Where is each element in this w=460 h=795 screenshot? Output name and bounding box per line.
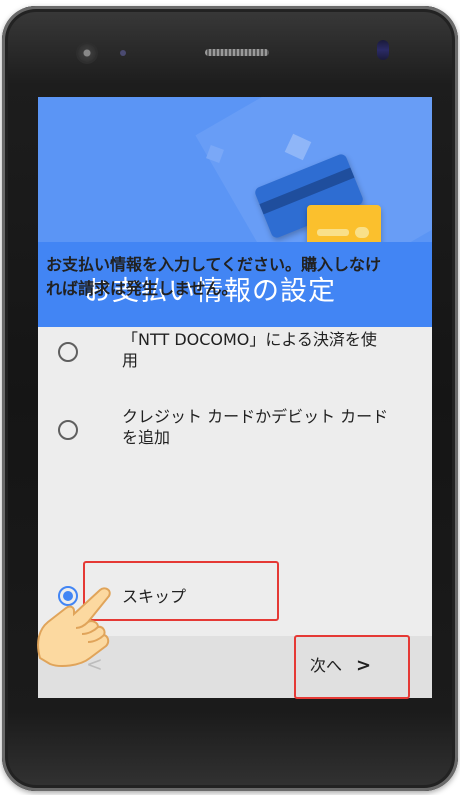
proximity-sensor (120, 50, 126, 56)
notification-led (377, 40, 389, 60)
card-chip (355, 227, 369, 238)
radio-button[interactable] (58, 420, 78, 440)
option-docomo[interactable]: 「NTT DOCOMO」による決済を使用 (46, 329, 392, 389)
front-camera (78, 44, 96, 62)
pointing-hand-icon (37, 587, 111, 667)
option-label: 「NTT DOCOMO」による決済を使用 (122, 330, 377, 370)
next-highlight-box (294, 635, 410, 699)
option-credit-card[interactable]: クレジット カードかデビット カードを追加 (46, 406, 392, 466)
radio-button[interactable] (58, 342, 78, 362)
description-text: お支払い情報を入力してください。購入しなければ請求は発生しません。 (46, 255, 382, 298)
header-illustration (38, 97, 432, 242)
credit-card-icon (307, 205, 381, 242)
option-label: クレジット カードかデビット カードを追加 (122, 407, 389, 447)
earpiece-speaker (205, 49, 269, 56)
card-line (317, 229, 349, 236)
